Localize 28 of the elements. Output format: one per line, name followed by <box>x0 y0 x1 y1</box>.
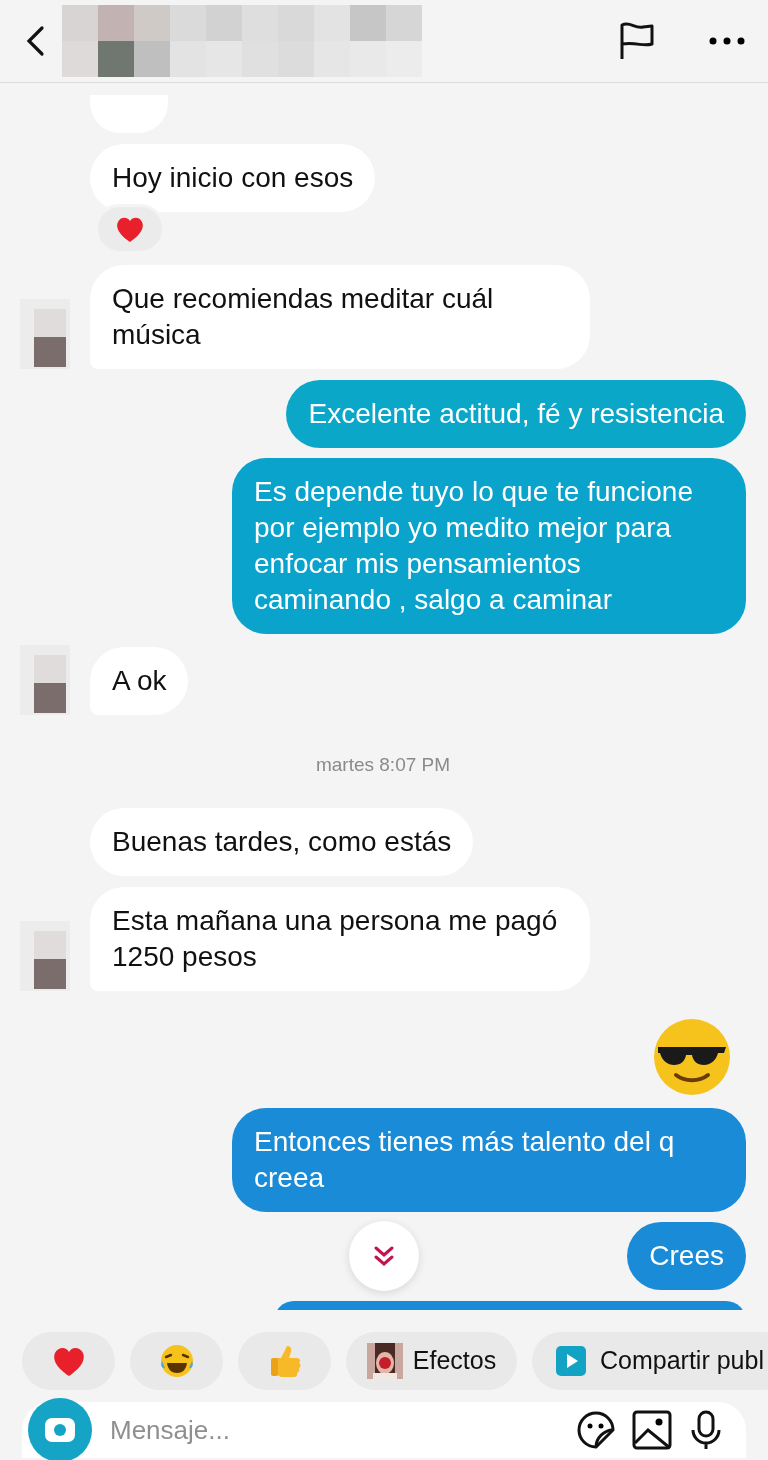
avatar[interactable] <box>20 299 70 369</box>
heart-icon <box>115 215 145 243</box>
message-bubble: Que recomiendas meditar cuál música <box>90 265 590 369</box>
play-icon <box>556 1346 586 1376</box>
effects-button[interactable]: Efectos <box>346 1332 517 1390</box>
message-bubble: Crees <box>627 1221 746 1290</box>
scroll-down-button[interactable] <box>349 1221 419 1291</box>
sticker-icon[interactable] <box>576 1410 616 1450</box>
message-bubble: Buenas tardes, como estás <box>90 807 474 876</box>
message-bubble: Hoy inicio con esos <box>90 144 376 212</box>
timestamp: martes 8:07 PM <box>314 753 452 777</box>
camera-button-icon[interactable] <box>28 1398 92 1460</box>
heart-icon <box>51 1345 86 1377</box>
double-chevron-icon <box>374 1246 394 1266</box>
gallery-icon[interactable] <box>632 1410 672 1450</box>
laughing-emoji-icon <box>158 1343 195 1379</box>
share-post-button[interactable]: Compartir publ <box>532 1332 768 1390</box>
message-bubble: A ok <box>90 647 189 715</box>
message-bubble: Entonces tienes más talento del q creea <box>232 1107 746 1212</box>
more-icon[interactable] <box>708 36 746 46</box>
flag-icon[interactable] <box>618 21 656 61</box>
message-bubble: Excelente actitud, fé y resistencia <box>286 380 746 448</box>
avatar[interactable] <box>20 645 70 715</box>
message-bubble: Es depende tuyo lo que te funcione por ejemplo yo medito mejor para enfocar mis pensamientos caminando , salgo a caminar <box>232 458 746 634</box>
sunglasses-emoji-icon <box>652 1016 732 1097</box>
message-bubble: Esta mañana una persona me pagó 1250 pesos <box>90 886 590 991</box>
back-icon[interactable] <box>24 25 46 57</box>
avatar[interactable] <box>20 920 70 991</box>
